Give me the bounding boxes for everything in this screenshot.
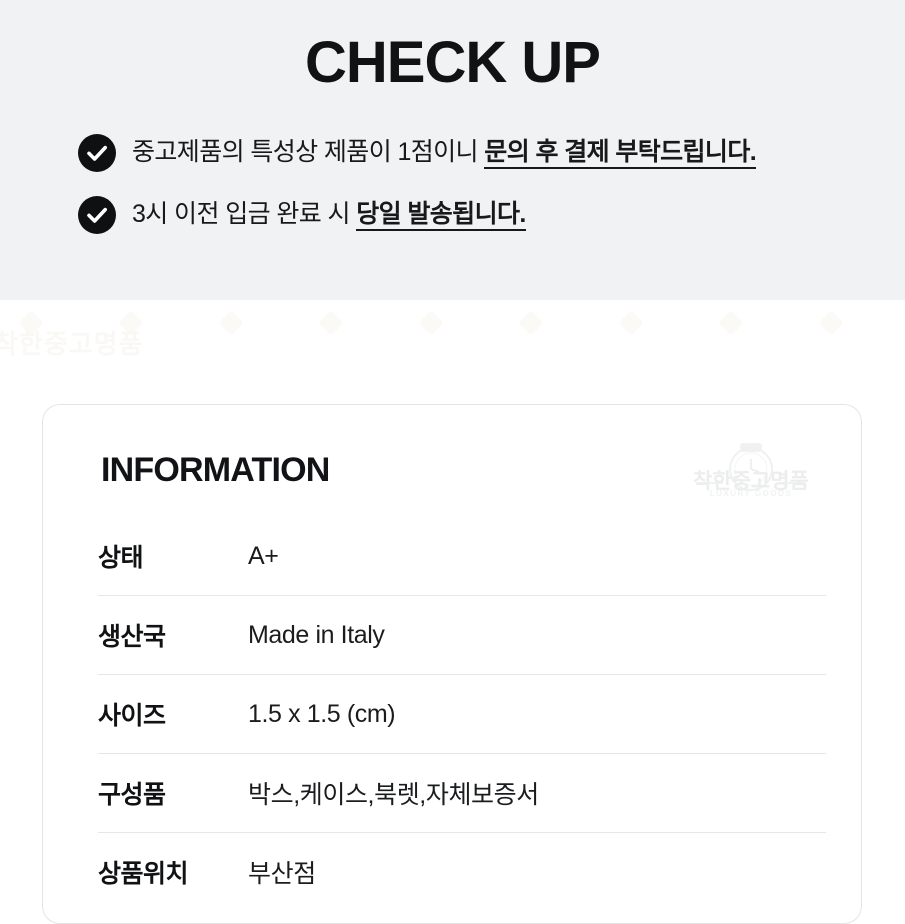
list-item-text: 3시 이전 입금 완료 시 당일 발송됩니다. bbox=[132, 194, 526, 234]
watermark-brand-text: 착한중고명품 bbox=[0, 329, 144, 359]
bullet-text-emphasis: 문의 후 결제 부탁드립니다. bbox=[484, 138, 757, 169]
information-card: INFORMATION 착한중고명품 LUXURY GOODS 상태 A+ 생산… bbox=[42, 404, 862, 924]
table-row: 상태 A+ bbox=[98, 517, 826, 595]
bullet-text-plain: 3시 이전 입금 완료 시 bbox=[132, 200, 357, 228]
checkup-title: CHECK UP bbox=[305, 30, 601, 95]
table-row: 상품위치 부산점 bbox=[98, 832, 826, 911]
list-item: 중고제품의 특성상 제품이 1점이니 문의 후 결제 부탁드립니다. bbox=[78, 132, 868, 172]
table-row-value: 부산점 bbox=[248, 860, 316, 888]
information-table: 상태 A+ 생산국 Made in Italy 사이즈 1.5 x 1.5 (c… bbox=[98, 517, 826, 911]
watermark-diamond-icon bbox=[818, 310, 844, 336]
check-circle-icon bbox=[78, 134, 116, 172]
table-row-value: A+ bbox=[248, 541, 279, 570]
background-watermark-strip: 착한중고명품 bbox=[0, 300, 905, 370]
bullet-text-plain: 중고제품의 특성상 제품이 1점이니 bbox=[132, 138, 485, 166]
table-row: 구성품 박스,케이스,북렛,자체보증서 bbox=[98, 753, 826, 832]
bullet-text-emphasis: 당일 발송됩니다. bbox=[356, 200, 526, 231]
brand-watermark-tagline: LUXURY GOODS bbox=[709, 489, 793, 498]
table-row: 사이즈 1.5 x 1.5 (cm) bbox=[98, 674, 826, 753]
list-item: 3시 이전 입금 완료 시 당일 발송됩니다. bbox=[78, 194, 868, 234]
information-title: INFORMATION bbox=[101, 451, 330, 489]
table-row-label: 생산국 bbox=[98, 623, 166, 651]
table-row-label: 상태 bbox=[98, 544, 144, 572]
watermark-diamond-icon bbox=[718, 310, 744, 336]
watermark-diamond-icon bbox=[218, 310, 244, 336]
table-row-value: 박스,케이스,북렛,자체보증서 bbox=[248, 781, 539, 809]
table-row-label: 사이즈 bbox=[98, 702, 166, 730]
table-row: 생산국 Made in Italy bbox=[98, 595, 826, 674]
table-row-value: Made in Italy bbox=[248, 620, 385, 649]
checkup-section: CHECK UP 중고제품의 특성상 제품이 1점이니 문의 후 결제 부탁드립… bbox=[0, 0, 905, 300]
brand-watermark: 착한중고명품 LUXURY GOODS bbox=[683, 439, 819, 507]
table-row-label: 상품위치 bbox=[98, 860, 189, 888]
watermark-diamond-icon bbox=[318, 310, 344, 336]
check-circle-icon bbox=[78, 196, 116, 234]
table-row-label: 구성품 bbox=[98, 781, 166, 809]
watermark-diamond-icon bbox=[418, 310, 444, 336]
table-row-value: 1.5 x 1.5 (cm) bbox=[248, 699, 396, 728]
watermark-diamond-icon bbox=[518, 310, 544, 336]
watermark-diamond-icon bbox=[618, 310, 644, 336]
checkup-bullet-list: 중고제품의 특성상 제품이 1점이니 문의 후 결제 부탁드립니다. 3시 이전… bbox=[78, 132, 868, 256]
list-item-text: 중고제품의 특성상 제품이 1점이니 문의 후 결제 부탁드립니다. bbox=[132, 132, 757, 172]
